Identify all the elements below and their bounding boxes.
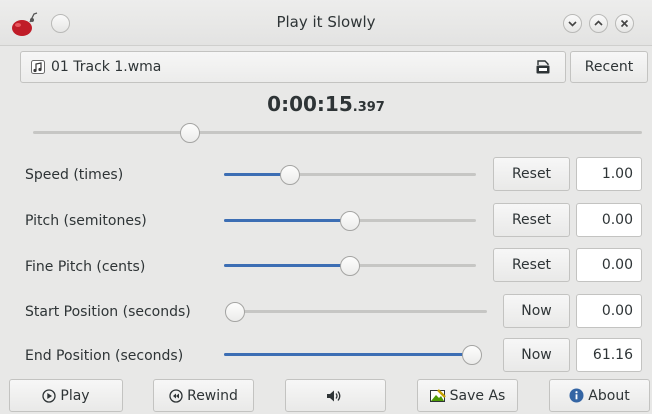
audio-file-icon xyxy=(31,60,45,74)
save-image-icon xyxy=(429,388,446,402)
time-fraction: .397 xyxy=(352,100,385,115)
close-icon xyxy=(620,19,629,28)
end-position-slider-thumb[interactable] xyxy=(462,345,482,365)
recent-button[interactable]: Recent xyxy=(570,51,648,83)
pitch-reset-button[interactable]: Reset xyxy=(493,203,570,237)
speed-reset-button[interactable]: Reset xyxy=(493,157,570,191)
minimize-button[interactable] xyxy=(563,14,582,33)
position-slider[interactable] xyxy=(33,121,642,145)
maximize-button[interactable] xyxy=(589,14,608,33)
rewind-label: Rewind xyxy=(187,387,238,404)
rewind-icon xyxy=(169,388,183,403)
save-as-button[interactable]: Save As xyxy=(417,379,518,412)
start-position-slider[interactable] xyxy=(225,300,487,324)
end-now-button[interactable]: Now xyxy=(503,338,570,372)
open-document-icon xyxy=(536,60,550,74)
play-button[interactable]: Play xyxy=(9,379,123,412)
speed-slider[interactable] xyxy=(224,163,476,187)
time-display: 0:00:15.397 xyxy=(0,92,652,116)
fine-pitch-slider-thumb[interactable] xyxy=(340,256,360,276)
pitch-slider[interactable] xyxy=(224,209,476,233)
speed-value-input[interactable]: 1.00 xyxy=(576,157,642,191)
position-slider-thumb[interactable] xyxy=(180,123,200,143)
fine-pitch-value-input[interactable]: 0.00 xyxy=(576,248,642,282)
start-now-button[interactable]: Now xyxy=(503,294,570,328)
close-button[interactable] xyxy=(615,14,634,33)
chevron-up-icon xyxy=(594,20,603,26)
window-title: Play it Slowly xyxy=(276,13,376,31)
file-name: 01 Track 1.wma xyxy=(51,59,162,75)
volume-button[interactable] xyxy=(285,379,386,412)
pitch-label: Pitch (semitones) xyxy=(25,213,147,229)
volume-icon xyxy=(326,390,340,401)
time-main: 0:00:15 xyxy=(267,92,353,116)
info-icon xyxy=(569,388,584,403)
speed-slider-thumb[interactable] xyxy=(280,165,300,185)
pitch-slider-thumb[interactable] xyxy=(340,211,360,231)
save-as-label: Save As xyxy=(449,387,506,404)
play-icon xyxy=(42,388,57,403)
about-label: About xyxy=(588,387,630,404)
start-position-label: Start Position (seconds) xyxy=(25,304,191,320)
end-position-value-input[interactable]: 61.16 xyxy=(576,338,642,372)
speed-label: Speed (times) xyxy=(25,167,124,183)
end-position-label: End Position (seconds) xyxy=(25,348,184,364)
about-button[interactable]: About xyxy=(549,379,650,412)
play-label: Play xyxy=(60,387,90,404)
end-position-slider[interactable] xyxy=(224,343,482,367)
start-position-value-input[interactable]: 0.00 xyxy=(576,294,642,328)
title-bar: Play it Slowly xyxy=(0,0,652,46)
pitch-value-input[interactable]: 0.00 xyxy=(576,203,642,237)
fine-pitch-label: Fine Pitch (cents) xyxy=(25,259,146,275)
fine-pitch-slider[interactable] xyxy=(224,254,476,278)
start-position-slider-thumb[interactable] xyxy=(225,302,245,322)
chevron-down-icon xyxy=(568,21,577,27)
fine-pitch-reset-button[interactable]: Reset xyxy=(493,248,570,282)
file-chooser-button[interactable]: 01 Track 1.wma xyxy=(20,51,566,83)
rewind-button[interactable]: Rewind xyxy=(153,379,254,412)
